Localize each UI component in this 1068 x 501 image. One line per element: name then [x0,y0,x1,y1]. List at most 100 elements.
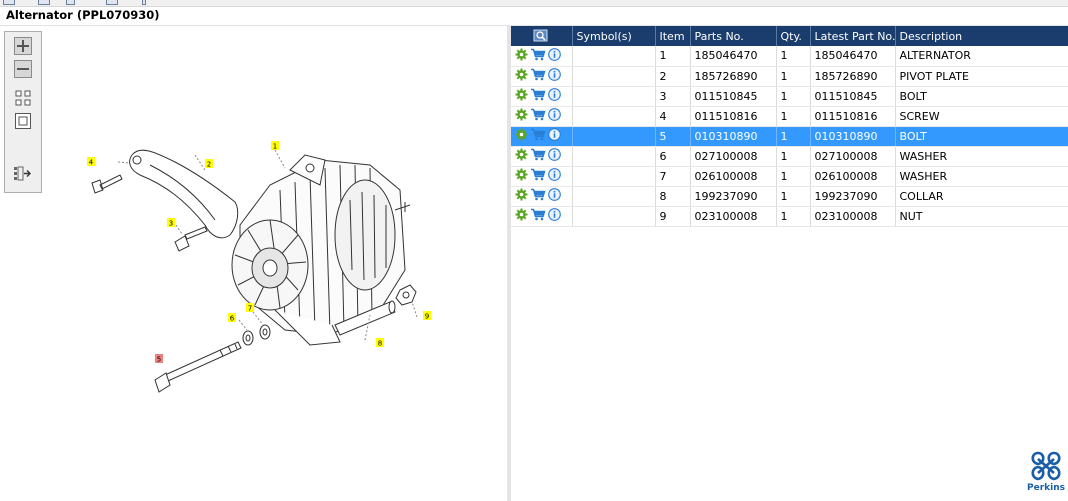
cell-qty: 1 [776,166,811,187]
callout-3[interactable]: 3 [169,220,173,228]
alternator-pulley-hub [262,259,278,277]
cell-latest-part-no: 010310890 [810,126,896,147]
callout-1[interactable]: 1 [273,143,277,151]
table-row[interactable]: 5 010310890 1 010310890 BOLT [511,126,1068,147]
gear-icon[interactable] [515,168,528,184]
fit-window-button[interactable] [13,111,33,131]
callout-6[interactable]: 6 [230,315,235,323]
column-header-symbols[interactable]: Symbol(s) [572,26,656,46]
cell-symbols [572,106,656,127]
fit-all-icon [15,90,31,106]
cell-symbols [572,186,656,207]
cell-item: 7 [655,166,691,187]
cell-qty: 1 [776,106,811,127]
cell-item: 4 [655,106,691,127]
cell-description: WASHER [895,146,1068,167]
cart-icon[interactable] [530,188,546,204]
toolbar-icon[interactable] [3,0,15,5]
gear-icon[interactable] [515,68,528,84]
cart-icon[interactable] [530,108,546,124]
cell-qty: 1 [776,186,811,207]
info-icon[interactable] [548,208,561,224]
info-icon[interactable] [548,88,561,104]
info-icon[interactable] [548,108,561,124]
column-header-parts-no[interactable]: Parts No. [690,26,777,46]
info-icon[interactable] [548,168,561,184]
cell-symbols [572,126,656,147]
info-icon[interactable] [548,68,561,84]
callout-7[interactable]: 7 [248,305,252,313]
washer-7 [259,324,271,340]
gear-icon[interactable] [515,108,528,124]
zoom-in-button[interactable] [13,36,33,56]
cell-parts-no: 011510816 [690,106,777,127]
cell-symbols [572,46,656,67]
table-row[interactable]: 7 026100008 1 026100008 WASHER [511,166,1068,187]
info-icon[interactable] [548,148,561,164]
cell-qty: 1 [776,206,811,227]
info-icon[interactable] [548,128,561,144]
column-header-qty[interactable]: Qty. [776,26,811,46]
perkins-logo: Perkins [1024,451,1068,493]
gear-icon[interactable] [515,88,528,104]
row-actions [511,106,573,127]
toolbar-icon[interactable] [66,0,75,5]
cart-icon[interactable] [530,88,546,104]
gear-icon[interactable] [515,208,528,224]
toolbar-icon[interactable] [38,0,50,5]
cell-symbols [572,146,656,167]
cart-icon[interactable] [530,48,546,64]
column-header-latest-part-no[interactable]: Latest Part No. [810,26,896,46]
cart-icon[interactable] [530,208,546,224]
top-toolbar [0,0,1068,7]
callout-9[interactable]: 9 [425,313,429,321]
callout-4[interactable]: 4 [89,159,94,167]
zoom-out-button[interactable] [13,59,33,79]
toolbar-icon[interactable] [142,0,146,5]
bolt-5 [164,341,242,382]
gear-icon[interactable] [515,188,528,204]
table-row[interactable]: 2 185726890 1 185726890 PIVOT PLATE [511,66,1068,87]
cart-icon[interactable] [530,128,546,144]
column-header-item[interactable]: Item [655,26,691,46]
cell-qty: 1 [776,46,811,67]
info-icon[interactable] [548,188,561,204]
callout-8[interactable]: 8 [378,340,382,348]
table-row[interactable]: 9 023100008 1 023100008 NUT [511,206,1068,227]
callout-2[interactable]: 2 [207,161,211,169]
table-row[interactable]: 8 199237090 1 199237090 COLLAR [511,186,1068,207]
minus-icon [14,60,32,78]
cell-symbols [572,206,656,227]
cell-qty: 1 [776,126,811,147]
export-button[interactable] [13,164,33,184]
cell-item: 9 [655,206,691,227]
info-icon[interactable] [548,47,561,64]
table-row[interactable]: 6 027100008 1 027100008 WASHER [511,146,1068,167]
list-arrow-icon [14,166,31,181]
table-row[interactable]: 1 185046470 1 185046470 ALTERNATOR [511,46,1068,67]
fit-all-button[interactable] [13,88,33,108]
column-header-search[interactable] [511,26,573,46]
cart-icon[interactable] [530,168,546,184]
gear-icon[interactable] [515,48,528,64]
cart-icon[interactable] [530,148,546,164]
toolbar-icon[interactable] [106,0,118,5]
cell-item: 6 [655,146,691,167]
cell-description: BOLT [895,126,1068,147]
gear-icon[interactable] [515,128,528,144]
nut-9 [395,284,417,306]
perkins-logo-text: Perkins [1027,483,1065,493]
table-row[interactable]: 4 011510816 1 011510816 SCREW [511,106,1068,127]
cell-description: BOLT [895,86,1068,107]
cell-latest-part-no: 026100008 [810,166,896,187]
cart-icon[interactable] [530,68,546,84]
cell-parts-no: 010310890 [690,126,777,147]
callout-5[interactable]: 5 [157,356,161,364]
cell-item: 8 [655,186,691,207]
table-row[interactable]: 3 011510845 1 011510845 BOLT [511,86,1068,107]
row-actions [511,146,573,167]
cell-parts-no: 027100008 [690,146,777,167]
column-header-description[interactable]: Description [895,26,1068,46]
pivot-plate [129,149,239,239]
gear-icon[interactable] [515,148,528,164]
